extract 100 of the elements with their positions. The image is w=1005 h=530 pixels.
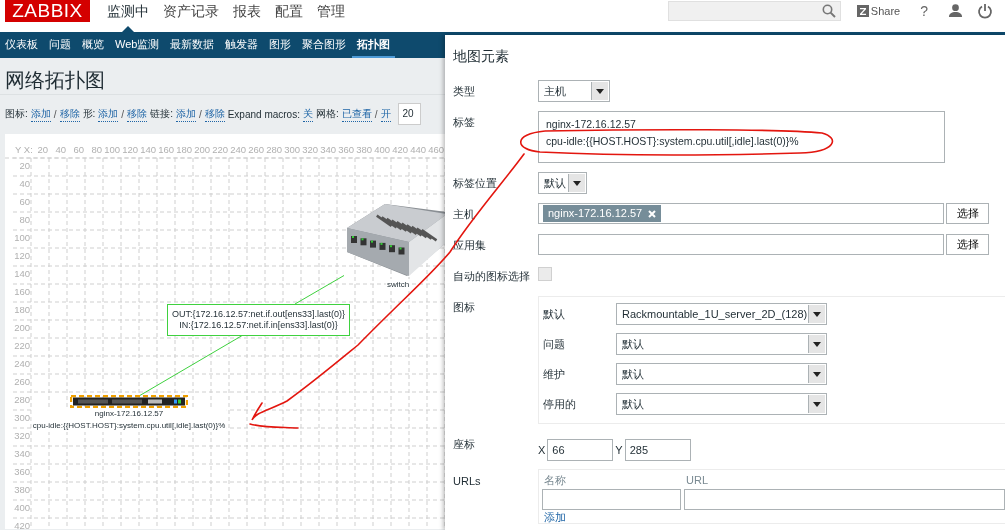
main-menu-item[interactable]: 监测中 [100, 0, 156, 32]
application-field[interactable] [538, 234, 944, 255]
nav-tab[interactable]: Web监测 [110, 32, 165, 58]
field-label: 默认 [543, 307, 566, 322]
url-name-field[interactable] [542, 489, 681, 510]
axis-tick-label: 300 [14, 412, 30, 423]
axis-tick-label: 300 [284, 144, 300, 155]
toolbar-link[interactable]: 移除 [59, 106, 80, 122]
axis-tick-label: 400 [374, 144, 390, 155]
field-label: 主机 [453, 207, 476, 222]
x-coordinate-field[interactable]: 66 [547, 439, 614, 461]
dialog-title: 地图元素 [453, 47, 510, 66]
search-icon[interactable] [821, 3, 836, 18]
y-coordinate-field[interactable]: 285 [624, 439, 691, 461]
toolbar-link[interactable]: 开 [380, 106, 391, 122]
axis-tick-label: 320 [302, 144, 318, 155]
rack-server-icon[interactable] [70, 395, 188, 408]
nav-tab[interactable]: 最新数据 [165, 32, 220, 58]
zabbix-logo[interactable]: ZABBIX [5, 0, 90, 22]
nav-tab[interactable]: 图形 [264, 32, 297, 58]
share-link[interactable]: Share [856, 4, 901, 17]
network-switch-icon[interactable] [345, 202, 445, 278]
axis-tick-label: 60 [19, 196, 30, 207]
nav-tab[interactable]: 聚合图形 [297, 32, 352, 58]
axis-tick-label: 320 [14, 430, 30, 441]
main-menu-item[interactable]: 报表 [226, 0, 268, 32]
axis-tick-label: 280 [266, 144, 282, 155]
axis-tick-label: 180 [176, 144, 192, 155]
axis-tick-label: 160 [14, 286, 30, 297]
axis-tick-label: 460 [428, 144, 444, 155]
icon-select[interactable]: 默认 [616, 333, 827, 355]
link-label: OUT:{172.16.12.57:net.if.out[ens33].last(0)} IN:{172.16.12.57:net.if.in[ens33].last(0)} [167, 304, 351, 336]
select-button[interactable]: 选择 [946, 203, 989, 224]
axis-tick-label: 40 [55, 144, 66, 155]
type-select[interactable]: 主机 [538, 80, 610, 102]
caret-icon [808, 395, 825, 413]
label-location-select[interactable]: 默认 [538, 172, 587, 194]
power-icon[interactable] [977, 2, 993, 19]
column-header: 名称 [543, 473, 567, 488]
icon-select[interactable]: 默认 [616, 393, 827, 415]
axis-tick-label: 100 [104, 144, 120, 155]
nav-tab[interactable]: 拓扑图 [352, 32, 396, 58]
axis-tick-label: 340 [14, 448, 30, 459]
axis-tick-label: 100 [14, 232, 30, 243]
axis-tick-label: 200 [194, 144, 210, 155]
nav-tab[interactable]: 概览 [77, 32, 109, 58]
toolbar-link[interactable]: 移除 [127, 106, 148, 122]
toolbar-link[interactable]: 关 [302, 106, 313, 122]
main-menu-item[interactable]: 配置 [268, 0, 310, 32]
field-label: 座标 [453, 437, 476, 452]
axis-tick-label: 440 [410, 144, 426, 155]
icon-select[interactable]: 默认 [616, 363, 827, 385]
slash-separator: / [121, 108, 125, 120]
caret-icon [591, 82, 608, 100]
remove-icon[interactable] [648, 209, 657, 218]
search-field[interactable] [667, 0, 841, 21]
url-field[interactable] [684, 489, 1005, 510]
element-label: nginx-172.16.12.57 cpu-idle:{{HOST.HOST}:system.cpu.util[,idle].last(0)}% [31, 408, 227, 432]
help-link[interactable]: ? [920, 2, 928, 19]
label-field[interactable]: nginx-172.16.12.57 cpu-idle:{{HOST.HOST}:system.cpu.util[,idle].last(0)}% [538, 111, 945, 163]
axis-tick-label: 280 [14, 394, 30, 405]
icon-select[interactable]: Rackmountable_1U_server_2D_(128) [616, 303, 827, 325]
coordinate-label: Y [615, 443, 623, 458]
axis-tick-label: 240 [230, 144, 246, 155]
toolbar-label: 链接: [150, 107, 173, 121]
element-label: switch [385, 279, 411, 291]
main-menu-item[interactable]: 资产记录 [156, 0, 226, 32]
axis-tick-label: 220 [14, 340, 30, 351]
axis-tick-label: 180 [14, 304, 30, 315]
axis-tick-label: 120 [14, 250, 30, 261]
axis-tick-label: 380 [356, 144, 372, 155]
select-button[interactable]: 选择 [946, 234, 989, 255]
column-header: URL [685, 473, 709, 488]
user-icon[interactable] [948, 3, 963, 18]
axis-tick-label: 160 [158, 144, 174, 155]
toolbar-link[interactable]: 添加 [98, 106, 119, 122]
axis-tick-label: 240 [14, 358, 30, 369]
caret-icon [568, 174, 585, 192]
slash-separator: / [374, 108, 378, 120]
nav-tab[interactable]: 仪表板 [0, 32, 43, 58]
toolbar-link[interactable]: 已查看 [341, 106, 372, 122]
main-menu-item[interactable]: 管理 [310, 0, 352, 32]
axis-tick-label: 140 [140, 144, 156, 155]
axis-tick-label: 420 [392, 144, 408, 155]
nav-tab[interactable]: 触发器 [220, 32, 264, 58]
field-label: 自动的图标选择 [453, 269, 531, 284]
axis-tick-label: 340 [320, 144, 336, 155]
axis-tick-label: 360 [338, 144, 354, 155]
grid-size-select[interactable]: 20 [397, 103, 421, 125]
toolbar-link[interactable]: 移除 [204, 106, 225, 122]
axis-tick-label: 120 [122, 144, 138, 155]
toolbar-link[interactable]: 添加 [30, 106, 51, 122]
axis-tick-label: 60 [73, 144, 84, 155]
map-link-line[interactable] [294, 275, 345, 305]
axis-tick-label: 20 [37, 144, 48, 155]
nav-tab[interactable]: 问题 [44, 32, 76, 58]
add-link[interactable]: 添加 [542, 511, 681, 523]
axis-tick-label: 80 [91, 144, 102, 155]
toolbar-link[interactable]: 添加 [175, 106, 196, 122]
toolbar-label: 形: [82, 107, 96, 121]
